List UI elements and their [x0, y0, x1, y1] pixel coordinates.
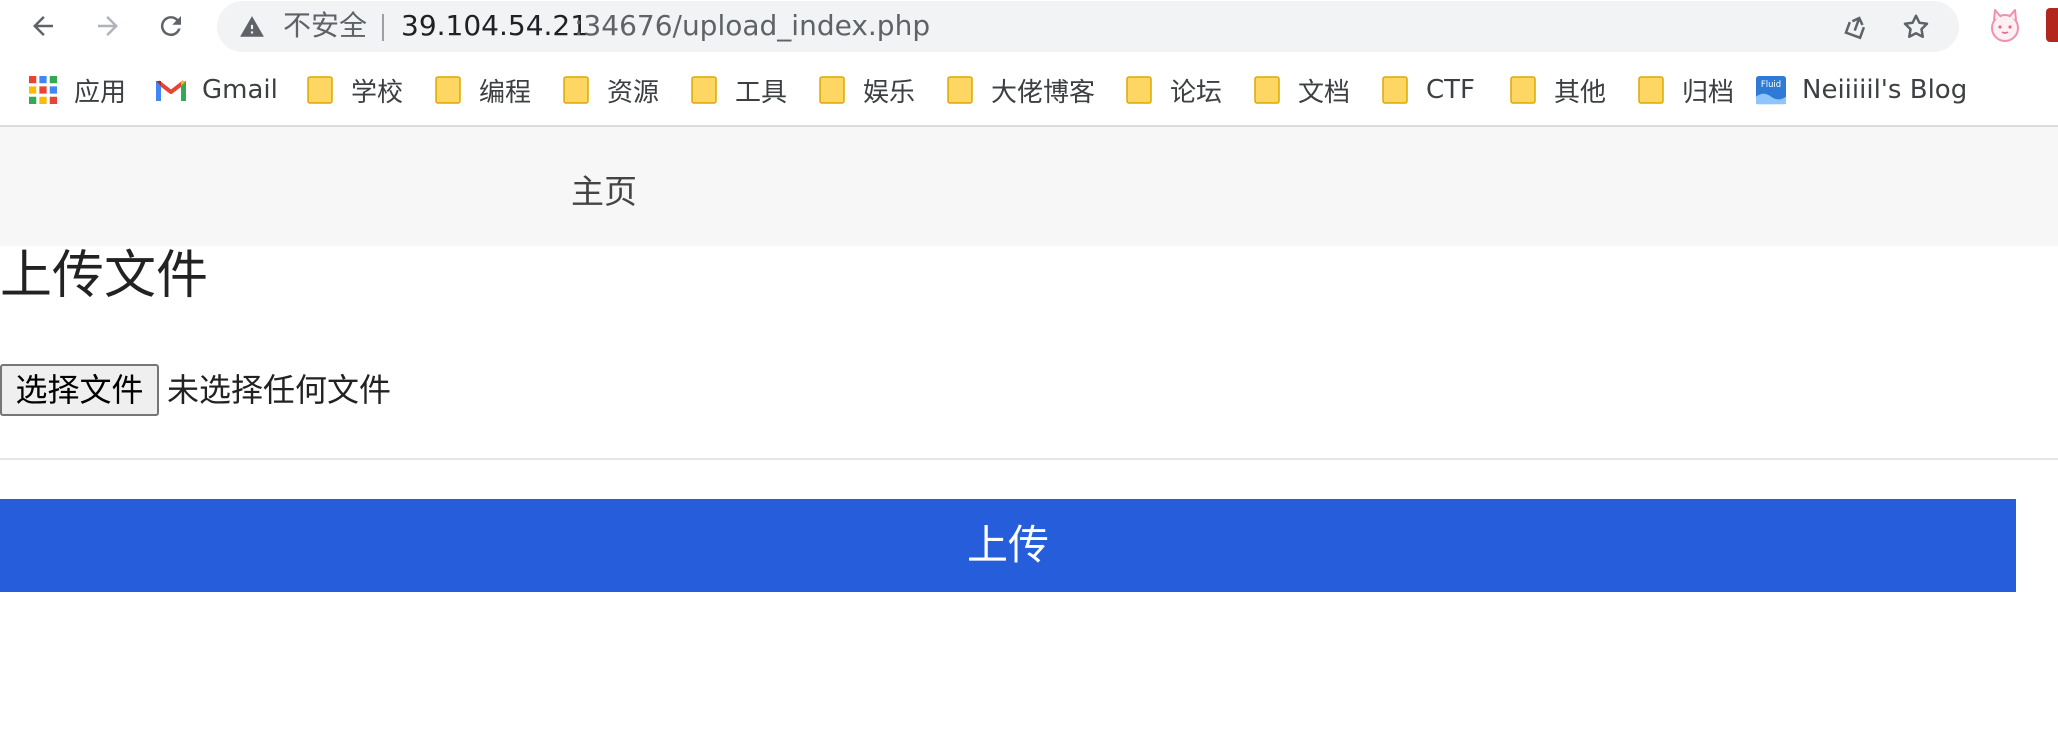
- bookmark-label: 娱乐: [863, 77, 916, 108]
- folder-icon: [433, 75, 463, 105]
- folder-icon: [945, 75, 975, 105]
- warning-icon: [240, 16, 264, 37]
- reload-icon: [160, 16, 181, 37]
- folder-icon: [1380, 75, 1410, 105]
- folder-icon: [1636, 75, 1666, 105]
- bookmark-folder-other[interactable]: 其他: [1508, 70, 1606, 110]
- bookmark-neiiiiil-blog[interactable]: Fluid Neiiiiil's Blog: [1756, 70, 1967, 110]
- extension-icon[interactable]: [1985, 6, 2025, 46]
- gmail-icon: [156, 75, 186, 105]
- bookmark-label: 其他: [1554, 77, 1607, 108]
- bookmark-folder-archive[interactable]: 归档: [1636, 70, 1734, 110]
- bookmark-folder-school[interactable]: 学校: [305, 70, 403, 110]
- folder-icon: [1252, 75, 1282, 105]
- fluid-icon: Fluid: [1756, 75, 1786, 105]
- file-status-text: 未选择任何文件: [167, 371, 392, 409]
- reload-button[interactable]: [153, 8, 189, 44]
- bookmark-label: 归档: [1682, 77, 1735, 108]
- folder-icon: [689, 75, 719, 105]
- url-path[interactable]: :34676/upload_index.php: [574, 10, 930, 42]
- address-bar[interactable]: 不安全 39.104.54.21 :34676/upload_index.php: [217, 1, 1959, 52]
- bookmark-folder-blogs[interactable]: 大佬博客: [945, 70, 1095, 110]
- folder-icon: [1124, 75, 1154, 105]
- bookmark-folder-docs[interactable]: 文档: [1252, 70, 1350, 110]
- bookmark-folder-entertainment[interactable]: 娱乐: [817, 70, 915, 110]
- bookmark-gmail[interactable]: Gmail: [156, 70, 278, 110]
- bookmark-label: Gmail: [202, 75, 278, 105]
- bookmark-folder-programming[interactable]: 编程: [433, 70, 531, 110]
- bookmark-label: 论坛: [1170, 77, 1223, 108]
- bookmark-label: 文档: [1298, 77, 1351, 108]
- extension-icon-2[interactable]: [2046, 8, 2058, 42]
- folder-icon: [561, 75, 591, 105]
- site-navbar: 主页: [0, 127, 2058, 246]
- forward-button[interactable]: [90, 8, 126, 44]
- bookmark-folder-tools[interactable]: 工具: [689, 70, 787, 110]
- bookmark-folder-forum[interactable]: 论坛: [1124, 70, 1222, 110]
- bookmark-label: Neiiiiil's Blog: [1802, 75, 1968, 105]
- folder-icon: [1508, 75, 1538, 105]
- divider: [0, 458, 2058, 460]
- bookmark-label: 应用: [74, 77, 127, 108]
- back-button[interactable]: [25, 8, 61, 44]
- fluid-icon-text: Fluid: [1761, 79, 1781, 89]
- star-icon[interactable]: [1901, 12, 1931, 42]
- upload-button[interactable]: 上传: [0, 499, 2016, 592]
- bookmark-folder-resources[interactable]: 资源: [561, 70, 659, 110]
- folder-icon: [817, 75, 847, 105]
- page-title: 上传文件: [0, 246, 209, 306]
- bookmark-folder-ctf[interactable]: CTF: [1380, 70, 1475, 110]
- folder-icon: [305, 75, 335, 105]
- bookmark-label: 编程: [479, 77, 532, 108]
- apps-grid-icon: [28, 75, 58, 105]
- omnibox-divider: [382, 14, 384, 41]
- browser-toolbar: 不安全 39.104.54.21 :34676/upload_index.php: [0, 0, 2058, 52]
- forward-icon: [98, 16, 118, 36]
- bookmark-label: 工具: [735, 77, 788, 108]
- bookmark-apps[interactable]: 应用: [28, 70, 126, 110]
- url-host[interactable]: 39.104.54.21: [401, 10, 588, 42]
- bookmark-label: 大佬博客: [991, 77, 1096, 108]
- bookmark-label: 学校: [351, 77, 404, 108]
- share-icon[interactable]: [1841, 12, 1871, 42]
- choose-file-button[interactable]: 选择文件: [0, 364, 159, 416]
- bookmarks-bar: 应用 Gmail 学校 编程 资源 工具 娱乐 大佬博客 论坛 文档 CTF 其…: [0, 52, 2058, 127]
- nav-home-link[interactable]: 主页: [571, 165, 637, 213]
- bookmark-label: CTF: [1426, 75, 1475, 105]
- back-icon: [33, 16, 53, 36]
- security-label[interactable]: 不安全: [283, 10, 367, 42]
- bookmark-label: 资源: [607, 77, 660, 108]
